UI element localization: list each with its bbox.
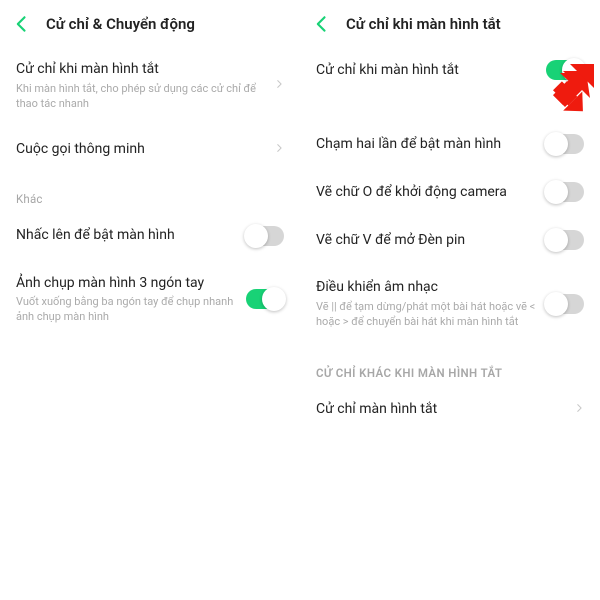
section-label-other: Khác	[0, 174, 300, 212]
row-master-toggle[interactable]: Cử chỉ khi màn hình tắt	[300, 46, 600, 94]
row-title: Vẽ chữ V để mở Đèn pin	[316, 231, 536, 250]
screen-off-gestures-detail: Cử chỉ khi màn hình tắt Cử chỉ khi màn h…	[300, 0, 600, 600]
row-sub: Vuốt xuống bằng ba ngón tay để chụp nhan…	[16, 295, 236, 325]
toggle-draw-o[interactable]	[546, 182, 584, 202]
row-sub: Vẽ || để tạm dừng/phát một bài hát hoặc …	[316, 300, 536, 330]
row-sub: Khi màn hình tắt, cho phép sử dụng các c…	[16, 82, 264, 112]
row-title: Ảnh chụp màn hình 3 ngón tay	[16, 274, 236, 293]
row-title: Điều khiển âm nhạc	[316, 278, 536, 297]
page-title: Cử chỉ khi màn hình tắt	[346, 15, 501, 33]
back-icon[interactable]	[312, 14, 332, 34]
row-smart-call[interactable]: Cuộc gọi thông minh	[0, 126, 300, 174]
row-title: Nhấc lên để bật màn hình	[16, 226, 236, 245]
chevron-right-icon	[574, 400, 584, 420]
chevron-right-icon	[274, 140, 284, 160]
header: Cử chỉ khi màn hình tắt	[300, 0, 600, 46]
row-off-gestures[interactable]: Cử chỉ màn hình tắt	[300, 386, 600, 434]
row-title: Chạm hai lần để bật màn hình	[316, 135, 536, 154]
toggle-music-control[interactable]	[546, 294, 584, 314]
row-draw-v-flashlight[interactable]: Vẽ chữ V để mở Đèn pin	[300, 216, 600, 264]
row-title: Cử chỉ màn hình tắt	[316, 400, 564, 419]
row-title: Cuộc gọi thông minh	[16, 140, 264, 159]
row-title: Cử chỉ khi màn hình tắt	[16, 60, 264, 79]
toggle-draw-v[interactable]	[546, 230, 584, 250]
toggle-master[interactable]	[546, 60, 584, 80]
header: Cử chỉ & Chuyển động	[0, 0, 300, 46]
row-draw-o-camera[interactable]: Vẽ chữ O để khởi động camera	[300, 168, 600, 216]
content: Cử chỉ khi màn hình tắt Chạm hai lần để …	[300, 46, 600, 600]
screen-gestures: Cử chỉ & Chuyển động Cử chỉ khi màn hình…	[0, 0, 300, 600]
row-title: Cử chỉ khi màn hình tắt	[316, 61, 536, 80]
back-icon[interactable]	[12, 14, 32, 34]
row-title: Vẽ chữ O để khởi động camera	[316, 183, 536, 202]
row-double-tap-wake[interactable]: Chạm hai lần để bật màn hình	[300, 120, 600, 168]
row-raise-to-wake[interactable]: Nhấc lên để bật màn hình	[0, 212, 300, 260]
toggle-raise-to-wake[interactable]	[246, 226, 284, 246]
toggle-double-tap[interactable]	[546, 134, 584, 154]
row-three-finger-screenshot[interactable]: Ảnh chụp màn hình 3 ngón tay Vuốt xuống …	[0, 260, 300, 340]
section-label-other-off: CỬ CHỈ KHÁC KHI MÀN HÌNH TẮT	[300, 344, 600, 386]
row-music-control[interactable]: Điều khiển âm nhạc Vẽ || để tạm dừng/phá…	[300, 264, 600, 344]
chevron-right-icon	[274, 76, 284, 96]
content: Cử chỉ khi màn hình tắt Khi màn hình tắt…	[0, 46, 300, 600]
row-screen-off-gestures[interactable]: Cử chỉ khi màn hình tắt Khi màn hình tắt…	[0, 46, 300, 126]
page-title: Cử chỉ & Chuyển động	[46, 15, 195, 33]
toggle-three-finger-screenshot[interactable]	[246, 289, 284, 309]
